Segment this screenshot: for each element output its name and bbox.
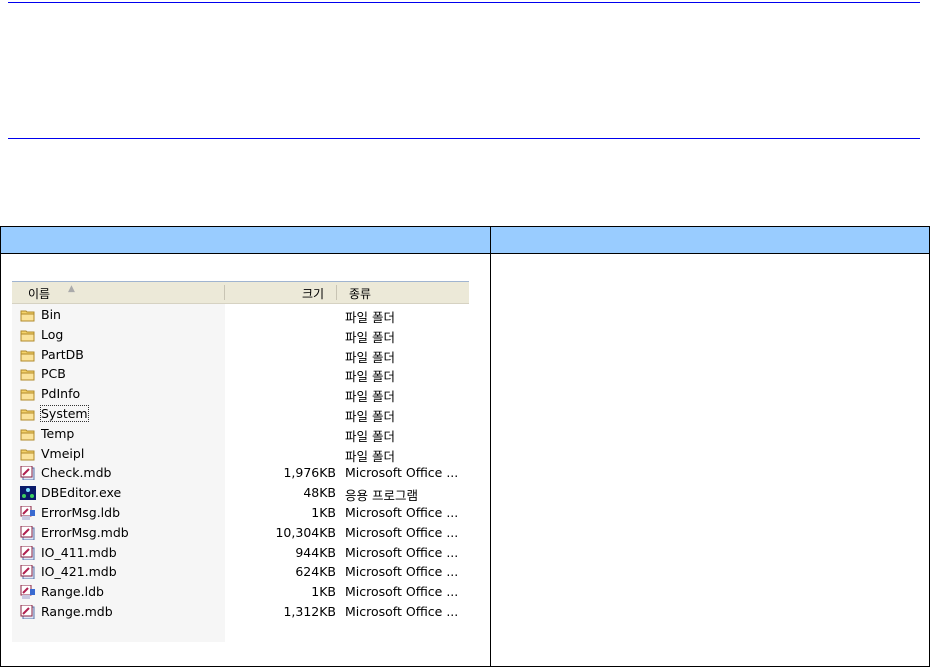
access-db-icon [20, 465, 36, 481]
file-type: Microsoft Office ... [345, 524, 459, 540]
file-name: ErrorMsg.mdb [41, 524, 129, 540]
file-type: 응용 프로그램 [345, 488, 418, 504]
table-header-row [1, 227, 929, 254]
file-name: DBEditor.exe [41, 485, 122, 501]
access-db-icon [20, 525, 36, 541]
access-db-icon [20, 545, 36, 561]
file-name: IO_421.mdb [41, 564, 117, 580]
column-divider [490, 227, 491, 666]
file-name: Bin [41, 307, 61, 322]
file-row[interactable]: ErrorMsg.mdb 10,304KB Microsoft Office .… [12, 523, 469, 543]
content-table: 이름 ▲ 크기 종류 Bin 파일 폴더 Log 파일 폴더 PartDB 파일… [0, 226, 930, 667]
file-row[interactable]: Check.mdb 1,976KB Microsoft Office ... [12, 463, 469, 483]
file-name: Temp [41, 425, 75, 441]
folder-icon [20, 328, 36, 342]
file-type: Microsoft Office ... [345, 544, 459, 560]
file-size: 944KB [295, 544, 336, 560]
file-name: ErrorMsg.ldb [41, 504, 121, 520]
file-row[interactable]: Temp 파일 폴더 [12, 424, 469, 444]
column-header-size[interactable]: 크기 [302, 285, 324, 302]
file-name: Vmeipl [41, 445, 85, 461]
folder-icon [20, 447, 36, 461]
file-size: 1KB [311, 584, 336, 600]
file-row[interactable]: IO_421.mdb 624KB Microsoft Office ... [12, 562, 469, 582]
folder-icon [20, 348, 36, 362]
file-type: 파일 폴더 [345, 310, 395, 325]
file-name: System [40, 404, 89, 422]
access-lock-icon [20, 505, 36, 520]
sort-ascending-icon: ▲ [68, 284, 75, 294]
file-name: Log [41, 326, 64, 342]
folder-icon [20, 387, 36, 401]
folder-icon [20, 367, 36, 381]
file-name: Range.ldb [41, 584, 104, 600]
folder-icon [20, 427, 36, 441]
file-row[interactable]: PdInfo 파일 폴더 [12, 384, 469, 404]
file-type: 파일 폴더 [345, 389, 395, 405]
file-size: 624KB [295, 564, 336, 580]
file-explorer-list: 이름 ▲ 크기 종류 Bin 파일 폴더 Log 파일 폴더 PartDB 파일… [12, 281, 469, 642]
file-type: 파일 폴더 [345, 329, 395, 345]
file-row[interactable]: Vmeipl 파일 폴더 [12, 444, 469, 464]
access-lock-icon [20, 584, 36, 600]
file-type: 파일 폴더 [345, 408, 395, 424]
bottom-rule [8, 138, 920, 139]
file-type: 파일 폴더 [345, 428, 395, 444]
column-resize-handle[interactable] [336, 285, 337, 300]
access-db-icon [20, 604, 36, 620]
access-db-icon [20, 564, 36, 580]
file-row[interactable]: Range.ldb 1KB Microsoft Office ... [12, 582, 469, 602]
file-name: Check.mdb [41, 465, 112, 481]
file-row[interactable]: Bin 파일 폴더 [12, 305, 469, 325]
file-row[interactable]: System 파일 폴더 [12, 404, 469, 424]
top-rule [8, 2, 920, 3]
column-header-type[interactable]: 종류 [349, 285, 371, 302]
list-header: 이름 ▲ 크기 종류 [12, 282, 469, 304]
column-header-name[interactable]: 이름 [28, 285, 50, 302]
file-row[interactable]: IO_411.mdb 944KB Microsoft Office ... [12, 543, 469, 563]
column-resize-handle[interactable] [224, 285, 225, 300]
exe-app-icon [20, 486, 36, 501]
file-name: PCB [41, 366, 66, 382]
file-name: PdInfo [41, 386, 81, 402]
file-type: Microsoft Office ... [345, 603, 459, 619]
file-name: PartDB [41, 346, 84, 362]
file-name: IO_411.mdb [41, 544, 117, 560]
file-size: 48KB [303, 485, 336, 501]
file-size: 1,976KB [283, 465, 336, 481]
file-row[interactable]: PartDB 파일 폴더 [12, 345, 469, 365]
file-type: 파일 폴더 [345, 448, 395, 464]
file-type: Microsoft Office ... [345, 584, 459, 600]
folder-icon [20, 308, 36, 322]
file-type: 파일 폴더 [345, 369, 395, 385]
file-size: 1,312KB [283, 603, 336, 619]
file-name: Range.mdb [41, 603, 113, 619]
file-size: 10,304KB [275, 524, 336, 540]
file-type: Microsoft Office ... [345, 564, 459, 580]
file-size: 1KB [311, 504, 336, 520]
file-row[interactable]: Range.mdb 1,312KB Microsoft Office ... [12, 602, 469, 622]
file-row[interactable]: ErrorMsg.ldb 1KB Microsoft Office ... [12, 503, 469, 523]
file-type: Microsoft Office ... [345, 465, 459, 481]
file-type: Microsoft Office ... [345, 504, 459, 520]
file-row[interactable]: Log 파일 폴더 [12, 325, 469, 345]
file-row[interactable]: DBEditor.exe 48KB 응용 프로그램 [12, 483, 469, 503]
file-rows: Bin 파일 폴더 Log 파일 폴더 PartDB 파일 폴더 PCB 파일 … [12, 305, 469, 622]
file-type: 파일 폴더 [345, 349, 395, 365]
file-row[interactable]: PCB 파일 폴더 [12, 364, 469, 384]
folder-icon [20, 407, 36, 421]
